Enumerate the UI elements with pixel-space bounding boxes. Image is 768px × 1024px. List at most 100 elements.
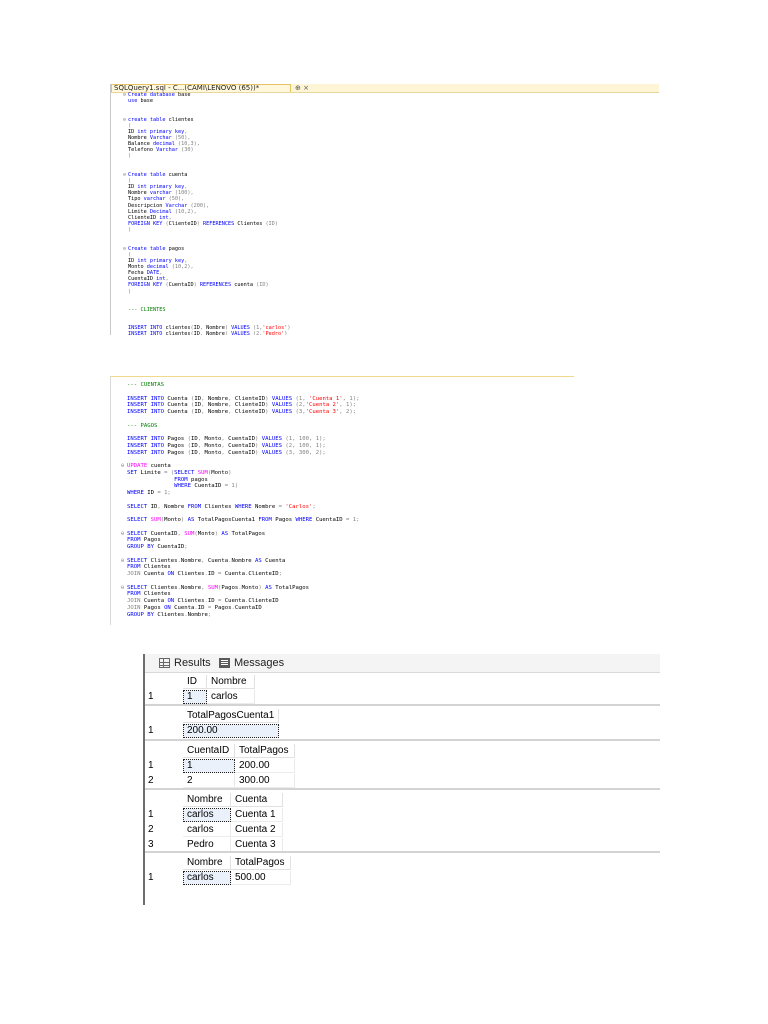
collapse-icon[interactable]: ⊖ <box>121 463 124 470</box>
code-line[interactable]: ⊖ UPDATE cuenta <box>111 463 574 470</box>
code-line[interactable]: WHERE ID = 1; <box>111 490 574 497</box>
row-number[interactable]: 1 <box>145 724 183 738</box>
code-line[interactable]: INSERT INTO Cuenta (ID, Nombre, ClienteI… <box>111 409 574 416</box>
code-token: , <box>201 395 208 402</box>
grid-cell[interactable]: carlos <box>183 808 231 822</box>
collapse-icon[interactable]: ⊖ <box>121 558 124 565</box>
tab-results[interactable]: Results <box>159 654 211 672</box>
grid-cell[interactable]: Cuenta 2 <box>231 823 283 837</box>
code-line[interactable] <box>111 578 574 585</box>
code-line[interactable]: ⊖ SELECT CuentaID, SUM(Monto) AS TotalPag… <box>111 531 574 538</box>
result-grid[interactable]: Nombre TotalPagos 1 carlos 500.00 <box>145 851 660 893</box>
grid-cell[interactable]: Cuenta 1 <box>231 808 283 822</box>
code-line[interactable] <box>111 416 574 423</box>
code-line[interactable]: GROUP BY CuentaID; <box>111 544 574 551</box>
code-line[interactable] <box>111 551 574 558</box>
column-header[interactable]: TotalPagos <box>235 744 295 758</box>
grid-cell[interactable]: 1 <box>183 690 207 704</box>
code-line[interactable]: GROUP BY Clientes.Nombre; <box>111 612 574 619</box>
code-line[interactable]: INSERT INTO clientes(ID, Nombre) VALUES … <box>111 331 659 335</box>
column-header[interactable]: Nombre <box>183 793 231 807</box>
code-line[interactable]: INSERT INTO Cuenta (ID, Nombre, ClienteI… <box>111 396 574 403</box>
grid-cell[interactable]: carlos <box>207 690 255 704</box>
grid-cell[interactable]: carlos <box>183 871 231 885</box>
code-line[interactable]: --- PAGOS <box>111 423 574 430</box>
code-line[interactable]: INSERT INTO Pagos (ID, Monto, CuentaID) … <box>111 436 574 443</box>
code-line[interactable]: --- CUENTAS <box>111 382 574 389</box>
code-line[interactable]: ⊖ SELECT Clientes.Nombre, Cuenta.Nombre A… <box>111 558 574 565</box>
code-token: Pagos <box>271 517 296 523</box>
row-number[interactable]: 1 <box>145 808 183 822</box>
row-number[interactable]: 2 <box>145 823 183 837</box>
code-line[interactable]: INSERT INTO Pagos (ID, Monto, CuentaID) … <box>111 450 574 457</box>
sql-editor-2[interactable]: --- CUENTAS INSERT INTO Cuenta (ID, Nombr… <box>110 376 574 625</box>
code-line[interactable]: INSERT INTO Cuenta (ID, Nombre, ClienteI… <box>111 402 574 409</box>
code-token: FROM <box>127 564 141 571</box>
code-line[interactable]: FROM pagos <box>111 477 574 484</box>
code-token: ) <box>128 227 132 234</box>
code-line[interactable]: SET Limite = (SELECT SUM(Monto) <box>111 470 574 477</box>
code-token: VALUES <box>231 325 250 332</box>
grid-cell[interactable]: 2 <box>183 774 235 788</box>
code-line[interactable]: JOIN Cuenta ON Clientes.ID = Cuenta.Clie… <box>111 598 574 605</box>
result-grid[interactable]: CuentaID TotalPagos 1 1 200.00 2 2 300.00 <box>145 739 660 790</box>
row-number[interactable]: 1 <box>145 871 183 885</box>
code-token: Nombre <box>231 557 256 564</box>
column-header[interactable]: Cuenta <box>231 793 283 807</box>
row-number[interactable]: 1 <box>145 690 183 704</box>
code-line[interactable] <box>111 456 574 463</box>
grid-cell[interactable]: carlos <box>183 823 231 837</box>
code-token: (200), <box>187 202 210 209</box>
collapse-icon[interactable]: ⊖ <box>121 585 124 592</box>
editor-tab[interactable]: SQLQuery1.sql - C...(CAMI\LENOVO (65))* <box>111 84 291 92</box>
column-header[interactable]: Nombre <box>183 856 231 870</box>
code-line[interactable]: ⊖ SELECT Clientes.Nombre, SUM(Pagos.Monto… <box>111 585 574 592</box>
code-line[interactable]: JOIN Pagos ON Cuenta.ID = Pagos.CuentaID <box>111 605 574 612</box>
sql-editor-1[interactable]: SQLQuery1.sql - C...(CAMI\LENOVO (65))* … <box>110 84 659 335</box>
result-grid[interactable]: ID Nombre 1 1 carlos <box>145 673 660 704</box>
tab-messages[interactable]: Messages <box>219 654 284 672</box>
row-number[interactable]: 2 <box>145 774 183 788</box>
code-line[interactable] <box>111 510 574 517</box>
code-area[interactable]: --- CUENTAS INSERT INTO Cuenta (ID, Nombr… <box>111 382 574 618</box>
code-line[interactable]: FROM Pagos <box>111 537 574 544</box>
column-header[interactable]: TotalPagos <box>231 856 291 870</box>
row-number[interactable]: 3 <box>145 838 183 852</box>
code-token: (2, 100, 1); <box>282 442 326 449</box>
grid-cell[interactable]: 200.00 <box>235 759 295 773</box>
grid-cell[interactable]: 500.00 <box>231 871 291 885</box>
column-header[interactable]: Nombre <box>207 675 255 689</box>
grid-cell[interactable]: Cuenta 3 <box>231 838 283 852</box>
grid-cell[interactable]: 1 <box>183 759 235 773</box>
code-line[interactable]: INSERT INTO Pagos (ID, Monto, CuentaID) … <box>111 443 574 450</box>
result-grid[interactable]: Nombre Cuenta 1 carlos Cuenta 1 2 carlos Cuenta… <box>145 788 660 853</box>
code-line[interactable]: FROM Clientes <box>111 591 574 598</box>
grid-cell[interactable]: 200.00 <box>183 724 279 738</box>
code-token: = ( <box>164 469 175 476</box>
grid-cell[interactable]: 300.00 <box>235 774 295 788</box>
code-line[interactable]: JOIN Cuenta ON Clientes.ID = Cuenta.Clie… <box>111 571 574 578</box>
code-area[interactable]: ⊖ Create database base use base ⊖ create tab… <box>111 92 659 335</box>
code-line[interactable] <box>111 389 574 396</box>
column-header[interactable]: ID <box>183 675 207 689</box>
code-token: Nombre <box>207 395 229 402</box>
column-header[interactable]: TotalPagosCuenta1 <box>183 709 279 723</box>
code-line[interactable]: WHERE CuentaID = 1) <box>111 483 574 490</box>
code-line[interactable] <box>111 524 574 531</box>
collapse-icon[interactable]: ⊖ <box>121 531 124 538</box>
row-number[interactable]: 1 <box>145 759 183 773</box>
code-line[interactable]: SELECT ID, Nombre FROM Clientes WHERE No… <box>111 504 574 511</box>
column-header[interactable]: CuentaID <box>183 744 235 758</box>
code-line[interactable]: FROM Clientes <box>111 564 574 571</box>
code-token: INSERT INTO <box>127 409 165 415</box>
tab-pin-close-icon[interactable]: ⊕ × <box>295 84 309 92</box>
code-token: SELECT <box>127 557 148 564</box>
code-line[interactable] <box>111 497 574 504</box>
code-token: ) <box>255 442 262 449</box>
code-token: base <box>174 92 191 98</box>
result-grid[interactable]: TotalPagosCuenta1 1 200.00 <box>145 704 660 741</box>
code-line[interactable]: SELECT SUM(Monto) AS TotalPagosCuenta1 F… <box>111 517 574 524</box>
code-token: Nombre <box>164 503 188 510</box>
grid-cell[interactable]: Pedro <box>183 838 231 852</box>
code-line[interactable] <box>111 429 574 436</box>
